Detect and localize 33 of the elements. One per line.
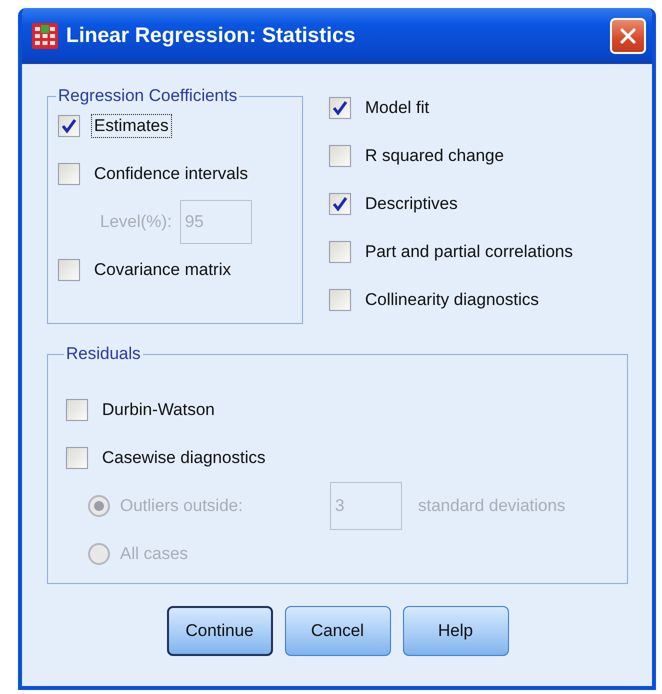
field-label: Level(%): (99, 211, 173, 233)
group-title: Regression Coefficients (57, 86, 238, 106)
radio-label: Outliers outside: (119, 495, 244, 517)
checkbox-label: Confidence intervals (93, 163, 250, 185)
checkbox[interactable] (329, 241, 351, 263)
checkbox-label: Part and partial correlations (364, 241, 574, 263)
close-button[interactable] (610, 18, 646, 54)
radio-label: All cases (119, 543, 190, 565)
group-title: Residuals (65, 344, 142, 364)
checkbox[interactable] (58, 163, 80, 185)
checkbox[interactable] (66, 399, 88, 421)
dialog-button[interactable]: Cancel (284, 606, 390, 656)
checkbox[interactable] (329, 97, 351, 119)
checkbox-label: R squared change (364, 145, 505, 167)
checkbox[interactable] (329, 145, 351, 167)
checkbox-label: Durbin-Watson (101, 399, 216, 421)
checkbox[interactable] (66, 447, 88, 469)
field-unit: standard deviations (417, 495, 566, 517)
checkbox-label: Descriptives (364, 193, 459, 215)
checkbox-label: Collinearity diagnostics (364, 289, 540, 311)
dialog-button[interactable]: Help (402, 606, 508, 656)
checkbox[interactable] (58, 259, 80, 281)
checkbox[interactable] (329, 193, 351, 215)
dialog-button[interactable]: Continue (166, 606, 272, 656)
checkbox-label: Model fit (364, 97, 430, 119)
checkbox-label: Covariance matrix (93, 259, 232, 281)
checkbox-label: Casewise diagnostics (101, 447, 266, 469)
window-title: Linear Regression: Statistics (66, 24, 356, 48)
checkbox[interactable] (58, 115, 80, 137)
checkbox-label: Estimates (92, 115, 171, 137)
close-icon (619, 27, 637, 45)
grid-icon (32, 23, 58, 49)
checkbox[interactable] (329, 289, 351, 311)
